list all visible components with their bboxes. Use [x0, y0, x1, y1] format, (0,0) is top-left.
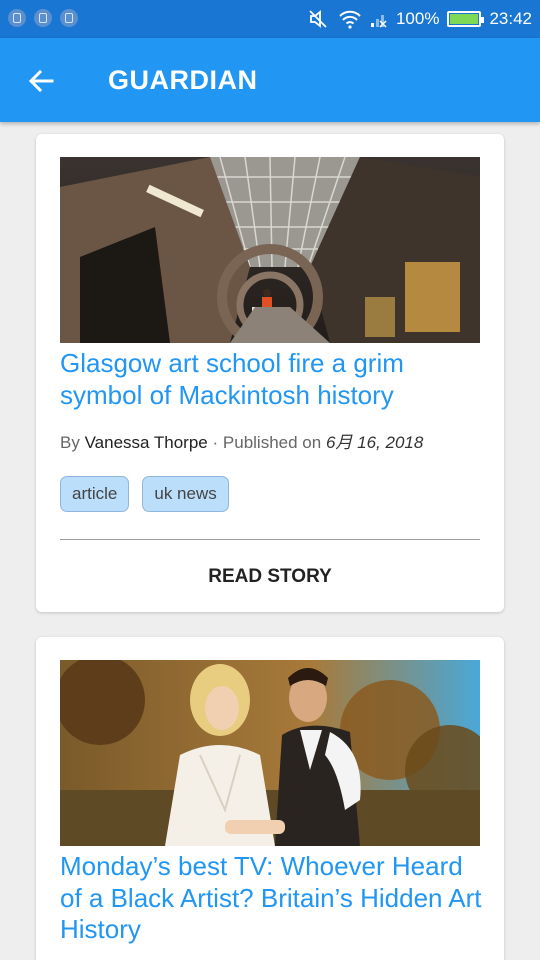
article-card: Monday’s best TV: Whoever Heard of a Bla… — [36, 637, 504, 960]
status-notifications — [8, 9, 78, 27]
clock: 23:42 — [489, 9, 532, 28]
article-card: Glasgow art school fire a grim symbol of… — [36, 134, 504, 612]
by-label: By — [60, 433, 80, 452]
notification-icon — [8, 9, 26, 27]
status-bar: 100% 23:42 — [0, 0, 540, 38]
page-title: GUARDIAN — [108, 65, 258, 95]
meta-separator: · — [212, 433, 219, 452]
article-headline[interactable]: Monday’s best TV: Whoever Heard of a Bla… — [60, 851, 484, 946]
mute-icon — [309, 10, 327, 28]
article-meta: By Vanessa Thorpe · Published on 6月 16, … — [60, 428, 423, 453]
lock-icon — [34, 9, 52, 27]
article-image[interactable] — [60, 157, 480, 343]
app-bar: GUARDIAN — [0, 38, 540, 122]
published-label: Published on — [222, 433, 322, 452]
status-indicators: 100% 23:42 — [308, 0, 532, 38]
back-button[interactable] — [20, 60, 62, 102]
lock-icon — [60, 9, 78, 27]
tag-chip[interactable]: article — [60, 476, 130, 512]
no-signal-icon — [370, 15, 387, 28]
wifi-icon — [339, 10, 361, 29]
article-date: 6月 16, 2018 — [325, 433, 424, 452]
divider — [60, 539, 480, 540]
battery-percent: 100% — [395, 9, 440, 28]
tag-list: article uk news — [60, 476, 229, 512]
article-author: Vanessa Thorpe — [84, 433, 208, 452]
read-story-button[interactable]: READ STORY — [60, 554, 480, 600]
article-image[interactable] — [60, 660, 480, 846]
battery-icon — [447, 11, 485, 27]
tag-chip[interactable]: uk news — [142, 476, 229, 512]
article-headline[interactable]: Glasgow art school fire a grim symbol of… — [60, 348, 484, 411]
arrow-left-icon — [28, 69, 54, 93]
